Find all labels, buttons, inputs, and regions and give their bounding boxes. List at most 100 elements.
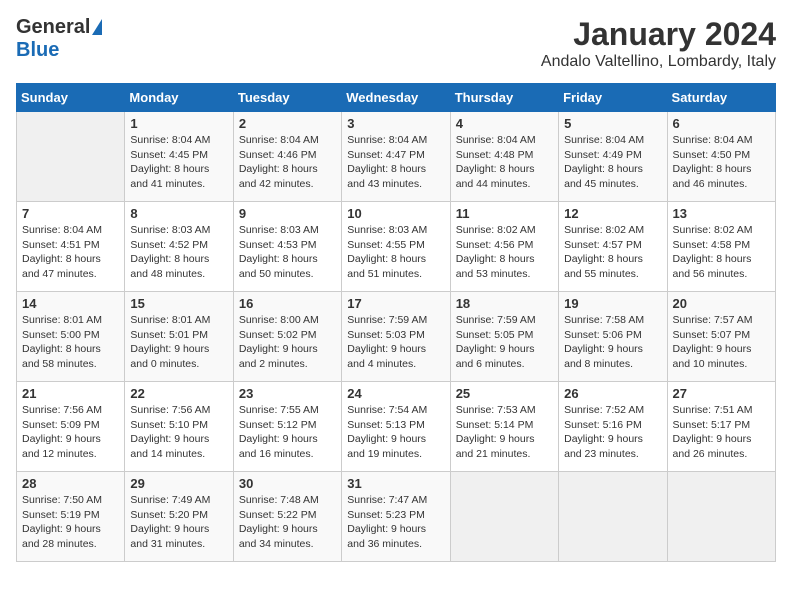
weekday-header: Sunday: [17, 84, 125, 112]
calendar-cell: 5Sunrise: 8:04 AMSunset: 4:49 PMDaylight…: [559, 112, 667, 202]
day-number: 11: [456, 206, 553, 221]
calendar-cell: 14Sunrise: 8:01 AMSunset: 5:00 PMDayligh…: [17, 292, 125, 382]
day-number: 25: [456, 386, 553, 401]
day-info: Sunrise: 8:00 AMSunset: 5:02 PMDaylight:…: [239, 313, 336, 372]
day-info: Sunrise: 7:54 AMSunset: 5:13 PMDaylight:…: [347, 403, 444, 462]
calendar-week-row: 7Sunrise: 8:04 AMSunset: 4:51 PMDaylight…: [17, 202, 776, 292]
day-info: Sunrise: 8:04 AMSunset: 4:50 PMDaylight:…: [673, 133, 770, 192]
day-info: Sunrise: 7:51 AMSunset: 5:17 PMDaylight:…: [673, 403, 770, 462]
calendar-table: SundayMondayTuesdayWednesdayThursdayFrid…: [16, 83, 776, 562]
calendar-cell: 20Sunrise: 7:57 AMSunset: 5:07 PMDayligh…: [667, 292, 775, 382]
calendar-cell: 4 Sunrise: 8:04 AMSunset: 4:48 PMDaylight…: [450, 112, 558, 202]
day-info: Sunrise: 8:04 AMSunset: 4:49 PMDaylight:…: [564, 133, 661, 192]
day-info: Sunrise: 7:50 AMSunset: 5:19 PMDaylight:…: [22, 493, 119, 552]
calendar-cell: 16 Sunrise: 8:00 AMSunset: 5:02 PMDayligh…: [233, 292, 341, 382]
day-info: Sunrise: 7:47 AMSunset: 5:23 PMDaylight:…: [347, 493, 444, 552]
day-number: 2: [239, 116, 336, 131]
day-number: 21: [22, 386, 119, 401]
weekday-row: SundayMondayTuesdayWednesdayThursdayFrid…: [17, 84, 776, 112]
day-number: 27: [673, 386, 770, 401]
day-info: Sunrise: 8:01 AMSunset: 5:01 PMDaylight:…: [130, 313, 227, 372]
weekday-header: Tuesday: [233, 84, 341, 112]
calendar-cell: 17 Sunrise: 7:59 AMSunset: 5:03 PMDayligh…: [342, 292, 450, 382]
day-number: 18: [456, 296, 553, 311]
calendar-cell: 22 Sunrise: 7:56 AMSunset: 5:10 PMDayligh…: [125, 382, 233, 472]
day-info: Sunrise: 7:56 AMSunset: 5:10 PMDaylight:…: [130, 403, 227, 462]
calendar-cell: 13 Sunrise: 8:02 AMSunset: 4:58 PMDayligh…: [667, 202, 775, 292]
day-info: Sunrise: 8:03 AMSunset: 4:52 PMDaylight:…: [130, 223, 227, 282]
weekday-header: Monday: [125, 84, 233, 112]
calendar-week-row: 28 Sunrise: 7:50 AMSunset: 5:19 PMDayligh…: [17, 472, 776, 562]
calendar-cell: 28 Sunrise: 7:50 AMSunset: 5:19 PMDayligh…: [17, 472, 125, 562]
day-info: Sunrise: 7:59 AMSunset: 5:05 PMDaylight:…: [456, 313, 553, 372]
calendar-cell: 26Sunrise: 7:52 AMSunset: 5:16 PMDayligh…: [559, 382, 667, 472]
calendar-cell: [559, 472, 667, 562]
day-number: 31: [347, 476, 444, 491]
day-info: Sunrise: 8:04 AMSunset: 4:51 PMDaylight:…: [22, 223, 119, 282]
calendar-cell: 8 Sunrise: 8:03 AMSunset: 4:52 PMDaylight…: [125, 202, 233, 292]
calendar-header: SundayMondayTuesdayWednesdayThursdayFrid…: [17, 84, 776, 112]
day-info: Sunrise: 8:02 AMSunset: 4:56 PMDaylight:…: [456, 223, 553, 282]
calendar-cell: 29Sunrise: 7:49 AMSunset: 5:20 PMDayligh…: [125, 472, 233, 562]
day-info: Sunrise: 7:52 AMSunset: 5:16 PMDaylight:…: [564, 403, 661, 462]
calendar-cell: 11 Sunrise: 8:02 AMSunset: 4:56 PMDayligh…: [450, 202, 558, 292]
day-number: 8: [130, 206, 227, 221]
calendar-cell: [450, 472, 558, 562]
day-number: 14: [22, 296, 119, 311]
day-info: Sunrise: 8:04 AMSunset: 4:48 PMDaylight:…: [456, 133, 553, 192]
calendar-cell: [667, 472, 775, 562]
day-number: 19: [564, 296, 661, 311]
calendar-cell: 2Sunrise: 8:04 AMSunset: 4:46 PMDaylight…: [233, 112, 341, 202]
calendar-cell: 24 Sunrise: 7:54 AMSunset: 5:13 PMDayligh…: [342, 382, 450, 472]
weekday-header: Saturday: [667, 84, 775, 112]
day-number: 1: [130, 116, 227, 131]
logo-triangle-icon: [92, 19, 102, 35]
title-block: January 2024 Andalo Valtellino, Lombardy…: [541, 16, 776, 71]
location-text: Andalo Valtellino, Lombardy, Italy: [541, 53, 776, 71]
calendar-cell: 9Sunrise: 8:03 AMSunset: 4:53 PMDaylight…: [233, 202, 341, 292]
day-number: 12: [564, 206, 661, 221]
day-info: Sunrise: 7:48 AMSunset: 5:22 PMDaylight:…: [239, 493, 336, 552]
day-number: 23: [239, 386, 336, 401]
calendar-cell: 6 Sunrise: 8:04 AMSunset: 4:50 PMDaylight…: [667, 112, 775, 202]
calendar-cell: 23Sunrise: 7:55 AMSunset: 5:12 PMDayligh…: [233, 382, 341, 472]
day-number: 15: [130, 296, 227, 311]
calendar-body: 1 Sunrise: 8:04 AMSunset: 4:45 PMDaylight…: [17, 112, 776, 562]
day-number: 16: [239, 296, 336, 311]
day-number: 4: [456, 116, 553, 131]
calendar-week-row: 14Sunrise: 8:01 AMSunset: 5:00 PMDayligh…: [17, 292, 776, 382]
calendar-cell: [17, 112, 125, 202]
calendar-cell: 12 Sunrise: 8:02 AMSunset: 4:57 PMDayligh…: [559, 202, 667, 292]
day-info: Sunrise: 8:04 AMSunset: 4:47 PMDaylight:…: [347, 133, 444, 192]
day-number: 20: [673, 296, 770, 311]
day-number: 17: [347, 296, 444, 311]
day-number: 3: [347, 116, 444, 131]
day-info: Sunrise: 8:02 AMSunset: 4:58 PMDaylight:…: [673, 223, 770, 282]
day-info: Sunrise: 7:53 AMSunset: 5:14 PMDaylight:…: [456, 403, 553, 462]
calendar-week-row: 21 Sunrise: 7:56 AMSunset: 5:09 PMDayligh…: [17, 382, 776, 472]
calendar-cell: 1 Sunrise: 8:04 AMSunset: 4:45 PMDaylight…: [125, 112, 233, 202]
calendar-cell: 18 Sunrise: 7:59 AMSunset: 5:05 PMDayligh…: [450, 292, 558, 382]
weekday-header: Friday: [559, 84, 667, 112]
day-number: 29: [130, 476, 227, 491]
calendar-cell: 15 Sunrise: 8:01 AMSunset: 5:01 PMDayligh…: [125, 292, 233, 382]
day-info: Sunrise: 7:59 AMSunset: 5:03 PMDaylight:…: [347, 313, 444, 372]
day-info: Sunrise: 8:02 AMSunset: 4:57 PMDaylight:…: [564, 223, 661, 282]
weekday-header: Thursday: [450, 84, 558, 112]
day-info: Sunrise: 8:03 AMSunset: 4:55 PMDaylight:…: [347, 223, 444, 282]
calendar-cell: 3 Sunrise: 8:04 AMSunset: 4:47 PMDaylight…: [342, 112, 450, 202]
day-number: 13: [673, 206, 770, 221]
calendar-cell: 25 Sunrise: 7:53 AMSunset: 5:14 PMDayligh…: [450, 382, 558, 472]
day-number: 28: [22, 476, 119, 491]
day-info: Sunrise: 7:58 AMSunset: 5:06 PMDaylight:…: [564, 313, 661, 372]
day-number: 22: [130, 386, 227, 401]
calendar-cell: 30Sunrise: 7:48 AMSunset: 5:22 PMDayligh…: [233, 472, 341, 562]
day-number: 24: [347, 386, 444, 401]
day-number: 6: [673, 116, 770, 131]
calendar-cell: 10 Sunrise: 8:03 AMSunset: 4:55 PMDayligh…: [342, 202, 450, 292]
day-number: 9: [239, 206, 336, 221]
day-number: 10: [347, 206, 444, 221]
calendar-cell: 7Sunrise: 8:04 AMSunset: 4:51 PMDaylight…: [17, 202, 125, 292]
day-info: Sunrise: 7:56 AMSunset: 5:09 PMDaylight:…: [22, 403, 119, 462]
day-info: Sunrise: 8:04 AMSunset: 4:45 PMDaylight:…: [130, 133, 227, 192]
